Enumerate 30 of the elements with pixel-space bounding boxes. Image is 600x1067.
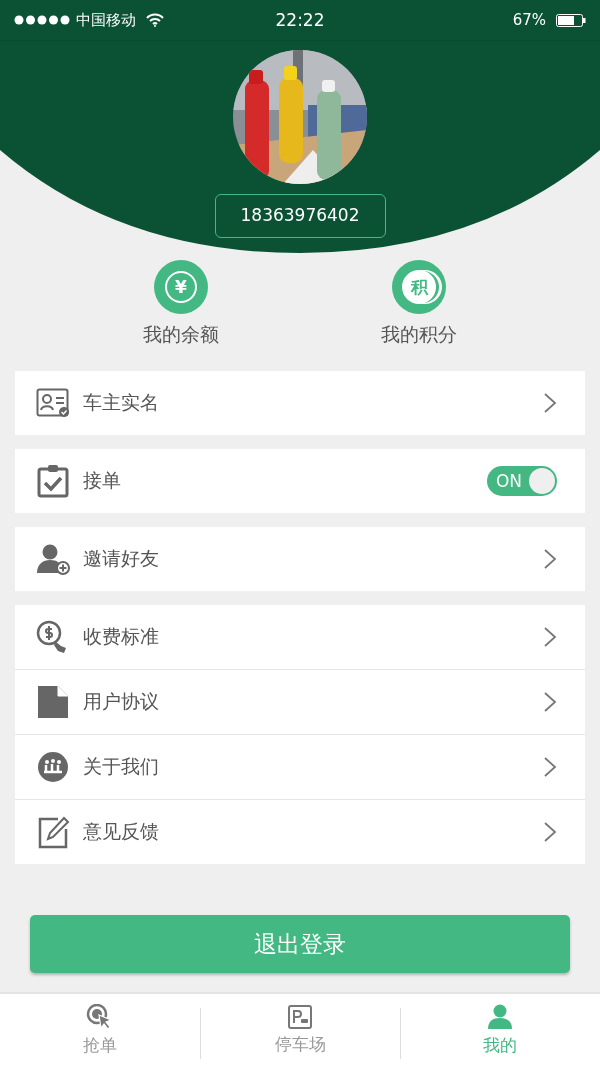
chevron-icon bbox=[543, 691, 557, 713]
menu-item[interactable]: 关于我们 bbox=[15, 735, 585, 799]
pencil-icon bbox=[36, 815, 70, 849]
menu-item[interactable]: 收费标准 bbox=[15, 605, 585, 669]
chevron-icon bbox=[543, 756, 557, 778]
parking-icon bbox=[288, 1005, 312, 1029]
group-icon bbox=[36, 751, 70, 783]
battery-icon bbox=[556, 13, 586, 27]
menu-item[interactable]: 车主实名 bbox=[15, 371, 585, 435]
menu-item[interactable]: 邀请好友 bbox=[15, 527, 585, 591]
menu-item[interactable]: 用户协议 bbox=[15, 670, 585, 734]
clipboard-check-icon bbox=[36, 464, 70, 498]
person-icon bbox=[487, 1004, 513, 1030]
phone-number: 18363976402 bbox=[214, 194, 386, 238]
menu-item[interactable]: 意见反馈 bbox=[15, 800, 585, 864]
person-add-icon bbox=[36, 543, 70, 575]
carrier-name: 中国移动 bbox=[76, 10, 136, 30]
wifi-icon bbox=[146, 13, 164, 27]
id-card-icon bbox=[36, 388, 70, 418]
chevron-icon bbox=[543, 626, 557, 648]
signal-icon bbox=[14, 15, 70, 25]
action-label[interactable]: 我的余额 bbox=[143, 322, 219, 348]
document-icon bbox=[36, 685, 70, 719]
action-label[interactable]: 我的积分 bbox=[381, 322, 457, 348]
chevron-icon bbox=[543, 392, 557, 414]
chevron-icon bbox=[543, 548, 557, 570]
clock-time: 22:22 bbox=[275, 10, 325, 30]
battery-percent: 67% bbox=[512, 11, 546, 29]
chevron-icon bbox=[543, 821, 557, 843]
menu-label: 接单 bbox=[83, 468, 122, 493]
